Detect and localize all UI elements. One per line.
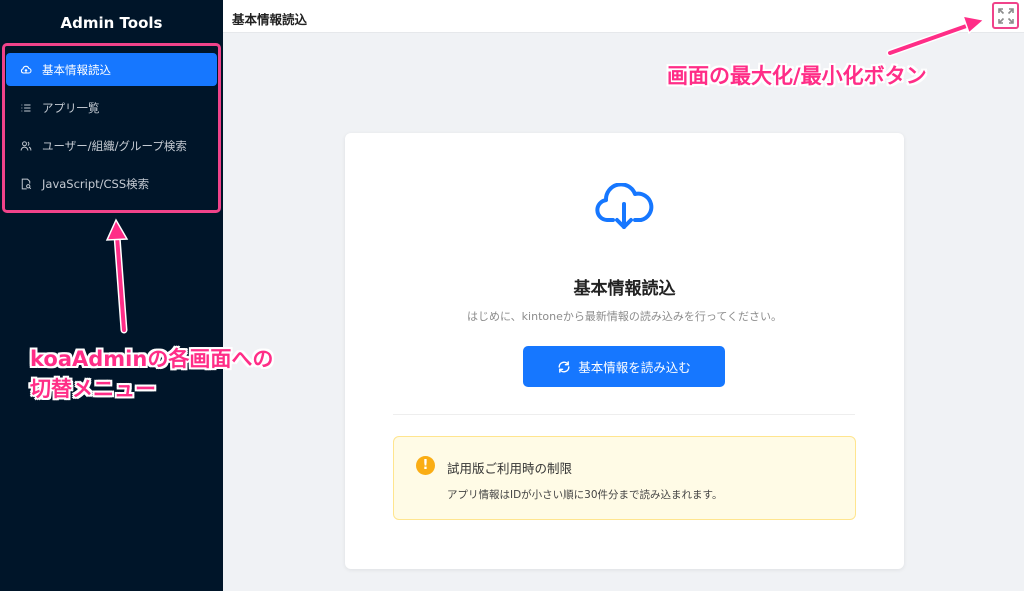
cloud-icon: [20, 64, 32, 76]
sidebar-item-js-css-search[interactable]: JavaScript/CSS検索: [6, 167, 217, 200]
file-search-icon: [20, 178, 32, 190]
annotation-maximize-label: 画面の最大化/最小化ボタン: [667, 64, 927, 88]
refresh-icon: [557, 360, 571, 374]
annotation-menu-label: koaAdminの各画面への 切替メニュー: [30, 344, 273, 404]
sidebar-item-label: JavaScript/CSS検索: [42, 176, 150, 191]
alert-description: アプリ情報はIDが小さい順に30件分まで読み込まれます。: [447, 489, 723, 501]
sidebar-item-user-search[interactable]: ユーザー/組織/グループ検索: [6, 129, 217, 162]
divider: [393, 414, 855, 415]
sidebar: Admin Tools 基本情報読込 アプリ一覧 ユーザー/組織/グループ検索 …: [0, 0, 223, 591]
warning-icon: !: [416, 456, 435, 475]
card-subtitle: はじめに、kintoneから最新情報の読み込みを行ってください。: [467, 310, 782, 323]
list-icon: [20, 102, 32, 114]
cloud-download-icon: [595, 183, 654, 229]
main-card: 基本情報読込 はじめに、kintoneから最新情報の読み込みを行ってください。 …: [345, 133, 904, 569]
trial-limit-alert: ! 試用版ご利用時の制限 アプリ情報はIDが小さい順に30件分まで読み込まれます…: [393, 436, 856, 520]
annotation-menu-line2: 切替メニュー: [30, 377, 156, 401]
sidebar-item-label: 基本情報読込: [42, 62, 111, 77]
card-title: 基本情報読込: [573, 279, 676, 299]
alert-title: 試用版ご利用時の制限: [447, 461, 573, 476]
brand-title: Admin Tools: [60, 14, 163, 32]
annotation-menu-line1: koaAdminの各画面への: [30, 347, 274, 371]
users-icon: [20, 140, 32, 152]
fullscreen-icon: [997, 7, 1014, 24]
maximize-button[interactable]: [992, 2, 1019, 29]
sidebar-item-label: ユーザー/組織/グループ検索: [42, 138, 187, 153]
top-header: 基本情報読込: [223, 0, 1024, 33]
sidebar-item-basic-info[interactable]: 基本情報読込: [6, 53, 217, 86]
load-button-label: 基本情報を読み込む: [578, 361, 691, 375]
sidebar-item-app-list[interactable]: アプリ一覧: [6, 91, 217, 124]
sidebar-item-label: アプリ一覧: [42, 100, 100, 115]
load-basic-info-button[interactable]: 基本情報を読み込む: [523, 346, 725, 387]
page-title: 基本情報読込: [232, 12, 308, 27]
